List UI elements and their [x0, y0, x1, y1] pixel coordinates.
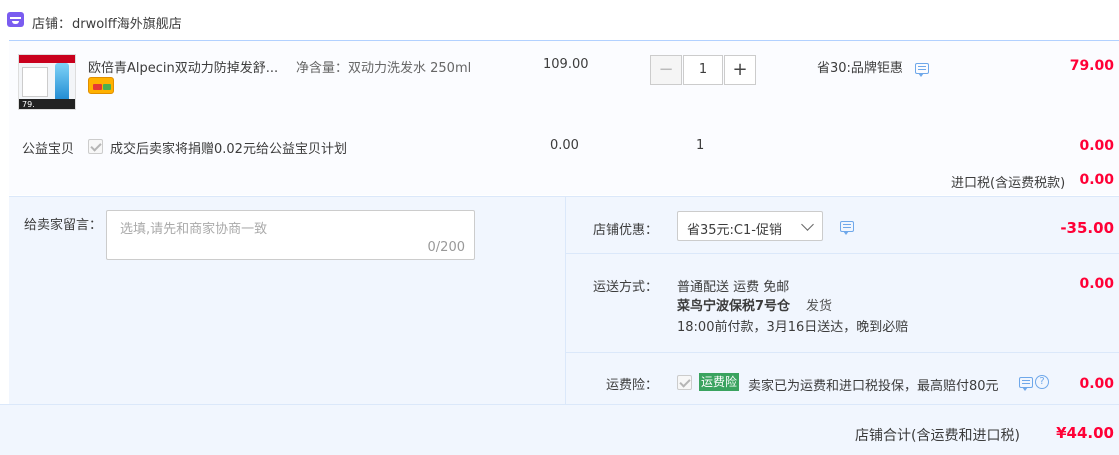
insurance-badge: 运费险 — [699, 373, 740, 391]
shop-name[interactable]: drwolff海外旗舰店 — [72, 13, 182, 32]
product-spec: 净含量：双动力洗发水 250ml — [296, 61, 472, 76]
quantity-input[interactable]: 1 — [683, 55, 723, 85]
item-subtotal: 79.00 — [1069, 58, 1114, 74]
unit-price: 109.00 — [543, 57, 589, 72]
charity-checkbox[interactable] — [88, 139, 103, 154]
shop-discount-selected: 省35元:C1-促销 — [687, 223, 782, 238]
import-tax-label: 进口税(含运费税款) — [951, 176, 1066, 191]
insurance-label: 运费险： — [606, 378, 659, 393]
shop-discount-select[interactable]: 省35元:C1-促销 — [677, 211, 823, 241]
chat-icon[interactable] — [915, 63, 929, 77]
product-title[interactable]: 欧倍青Alpecin双动力防掉发舒... — [88, 57, 278, 76]
insurance-text: 卖家已为运费和进口税投保，最高赔付80元 — [748, 379, 999, 394]
shipping-label: 运送方式： — [593, 280, 659, 295]
message-textarea[interactable]: 选填,请先和商家协商一致 0/200 — [106, 210, 475, 260]
shop-total-label: 店铺合计(含运费和进口税) — [855, 428, 1020, 444]
shipping-ship-text: 发货 — [806, 299, 833, 314]
chevron-down-icon — [801, 218, 814, 231]
product-thumbnail[interactable]: 79. — [18, 54, 76, 110]
shop-label: 店铺： — [32, 17, 72, 32]
shop-discount-label: 店铺优惠： — [593, 223, 659, 238]
shipping-warehouse: 菜鸟宁波保税7号仓 — [677, 299, 791, 314]
insurance-value: 0.00 — [1079, 376, 1114, 392]
quantity-increase-button[interactable]: + — [724, 55, 756, 85]
divider — [566, 352, 1119, 353]
message-label: 给卖家留言： — [24, 218, 103, 233]
item-discount: 省30:品牌钜惠 — [817, 61, 903, 76]
quantity-stepper: − 1 + — [650, 55, 757, 85]
shop-icon — [7, 12, 24, 27]
help-icon[interactable]: ? — [1035, 375, 1049, 389]
shop-discount-value: -35.00 — [1060, 219, 1114, 237]
shipping-method: 普通配送 运费 免邮 — [677, 280, 790, 295]
credit-card-icon — [88, 77, 114, 94]
shipping-value: 0.00 — [1079, 276, 1114, 292]
divider — [566, 253, 1119, 254]
charity-quantity: 1 — [696, 138, 705, 153]
shop-header: 店铺： drwolff海外旗舰店 — [0, 0, 1119, 40]
charity-price: 0.00 — [550, 138, 579, 153]
charity-subtotal: 0.00 — [1079, 138, 1114, 154]
message-placeholder: 选填,请先和商家协商一致 — [120, 222, 268, 237]
shipping-delivery-time: 18:00前付款，3月16日送达，晚到必赔 — [677, 320, 909, 335]
quantity-decrease-button[interactable]: − — [650, 55, 682, 85]
charity-text: 成交后卖家将捐赠0.02元给公益宝贝计划 — [110, 142, 347, 157]
shop-total-value: ¥44.00 — [1056, 424, 1114, 442]
chat-icon[interactable] — [840, 221, 854, 235]
import-tax-value: 0.00 — [1079, 172, 1114, 188]
insurance-checkbox[interactable] — [677, 375, 692, 390]
shop-total-bar: 店铺合计(含运费和进口税) ¥44.00 — [0, 404, 1119, 455]
message-counter: 0/200 — [427, 240, 465, 255]
charity-label: 公益宝贝 — [22, 142, 75, 157]
chat-icon[interactable] — [1019, 377, 1033, 391]
